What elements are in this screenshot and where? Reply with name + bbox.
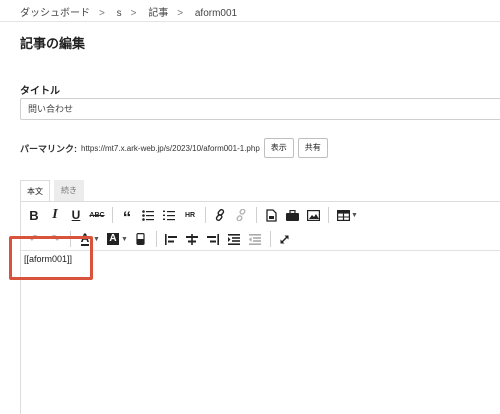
italic-icon[interactable]: I bbox=[45, 205, 65, 225]
chevron-down-icon[interactable]: ▼ bbox=[121, 236, 128, 243]
horizontal-rule-icon[interactable]: HR bbox=[180, 205, 200, 225]
horizontal-rule-label: HR bbox=[184, 211, 196, 219]
share-button[interactable]: 共有 bbox=[297, 138, 328, 158]
breadcrumb-separator: > bbox=[130, 8, 137, 19]
header-divider bbox=[0, 21, 500, 22]
breadcrumb-entries[interactable]: 記事 bbox=[148, 8, 168, 19]
tab-divider bbox=[20, 201, 500, 202]
strikethrough-icon[interactable]: ABC bbox=[87, 205, 107, 225]
fullscreen-icon[interactable] bbox=[275, 229, 295, 249]
toolbar-divider bbox=[205, 207, 206, 223]
bulleted-list-icon[interactable] bbox=[138, 205, 158, 225]
link-icon[interactable] bbox=[210, 205, 230, 225]
align-right-icon[interactable] bbox=[203, 229, 223, 249]
breadcrumb-current: aform001 bbox=[194, 8, 238, 19]
numbered-list-icon[interactable] bbox=[159, 205, 179, 225]
breadcrumb: ダッシュボード > s > 記事 > aform001 bbox=[20, 4, 246, 19]
toolbar-divider bbox=[269, 231, 271, 247]
permalink-label: パーマリンク: bbox=[20, 143, 77, 154]
breadcrumb-dashboard[interactable]: ダッシュボード bbox=[20, 8, 90, 19]
editor-border bbox=[20, 201, 21, 414]
title-label: タイトル bbox=[20, 86, 60, 97]
blockquote-icon[interactable]: “ bbox=[117, 205, 137, 226]
breadcrumb-separator: > bbox=[177, 8, 184, 19]
title-input[interactable]: 問い合わせ bbox=[20, 98, 500, 120]
underline-icon[interactable]: U bbox=[66, 205, 86, 225]
toolbar-divider bbox=[112, 207, 113, 223]
toolbar-divider bbox=[328, 207, 329, 223]
chevron-down-icon[interactable]: ▼ bbox=[93, 236, 100, 243]
outdent-icon[interactable] bbox=[245, 229, 265, 249]
toolbar-row-1: B I U ABC “ HR ▼ bbox=[24, 205, 361, 226]
table-icon[interactable] bbox=[333, 205, 353, 225]
align-left-icon[interactable] bbox=[161, 229, 181, 249]
highlight-box bbox=[9, 236, 93, 280]
insert-image-icon[interactable] bbox=[303, 205, 323, 225]
breadcrumb-separator: > bbox=[99, 8, 105, 19]
indent-icon[interactable] bbox=[224, 229, 244, 249]
tab-body[interactable]: 本文 bbox=[20, 180, 50, 202]
bold-icon[interactable]: B bbox=[24, 205, 44, 225]
permalink-row: パーマリンク: https://mt7.x.ark-web.jp/s/2023/… bbox=[20, 138, 328, 158]
toolbar-divider bbox=[155, 231, 157, 247]
insert-file-icon[interactable] bbox=[261, 205, 281, 225]
align-center-icon[interactable] bbox=[182, 229, 202, 249]
toolbar-divider bbox=[256, 207, 257, 223]
background-color-icon[interactable]: A bbox=[103, 229, 123, 249]
clear-format-icon[interactable] bbox=[131, 229, 151, 249]
permalink-url: https://mt7.x.ark-web.jp/s/2023/10/aform… bbox=[81, 143, 260, 153]
strikethrough-label: ABC bbox=[89, 211, 105, 219]
unlink-icon[interactable] bbox=[231, 205, 251, 225]
breadcrumb-site[interactable]: s bbox=[117, 8, 122, 19]
insert-asset-icon[interactable] bbox=[282, 205, 302, 225]
view-button[interactable]: 表示 bbox=[263, 138, 294, 158]
page-title: 記事の編集 bbox=[20, 36, 86, 51]
chevron-down-icon[interactable]: ▼ bbox=[351, 212, 358, 219]
tab-more[interactable]: 続き bbox=[54, 180, 84, 202]
